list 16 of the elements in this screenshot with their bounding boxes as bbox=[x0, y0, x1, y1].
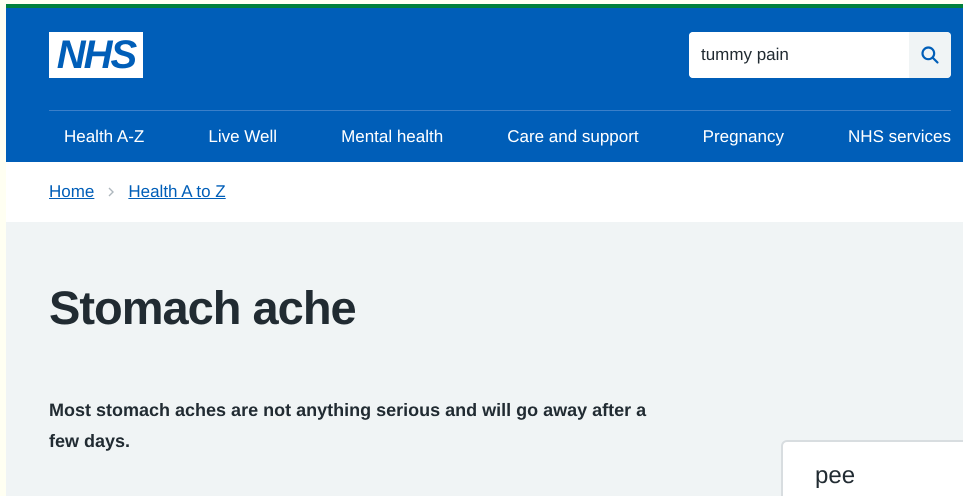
search-field[interactable]: tummy pain bbox=[689, 32, 951, 78]
logo[interactable]: NHS bbox=[49, 32, 143, 78]
nav-link[interactable]: Live Well bbox=[208, 126, 278, 146]
intro-text: Most stomach aches are not anything serious and will go away after a few days. bbox=[49, 399, 648, 453]
breadcrumb-link[interactable]: Home bbox=[49, 182, 94, 202]
search-button[interactable] bbox=[909, 32, 951, 78]
search-icon bbox=[920, 45, 940, 65]
breadcrumb-link[interactable]: Health A to Z bbox=[128, 182, 226, 202]
nav-link[interactable]: Care and support bbox=[507, 126, 639, 146]
card-text: pee bbox=[815, 464, 856, 488]
nav-link[interactable]: NHS services bbox=[848, 126, 951, 146]
nav-link[interactable]: Pregnancy bbox=[702, 126, 784, 146]
nav-link[interactable]: Health A-Z bbox=[64, 126, 144, 146]
nav-link[interactable]: Mental health bbox=[341, 126, 444, 146]
chevron-icon bbox=[108, 187, 114, 197]
page-title: Stomach ache bbox=[49, 280, 357, 335]
